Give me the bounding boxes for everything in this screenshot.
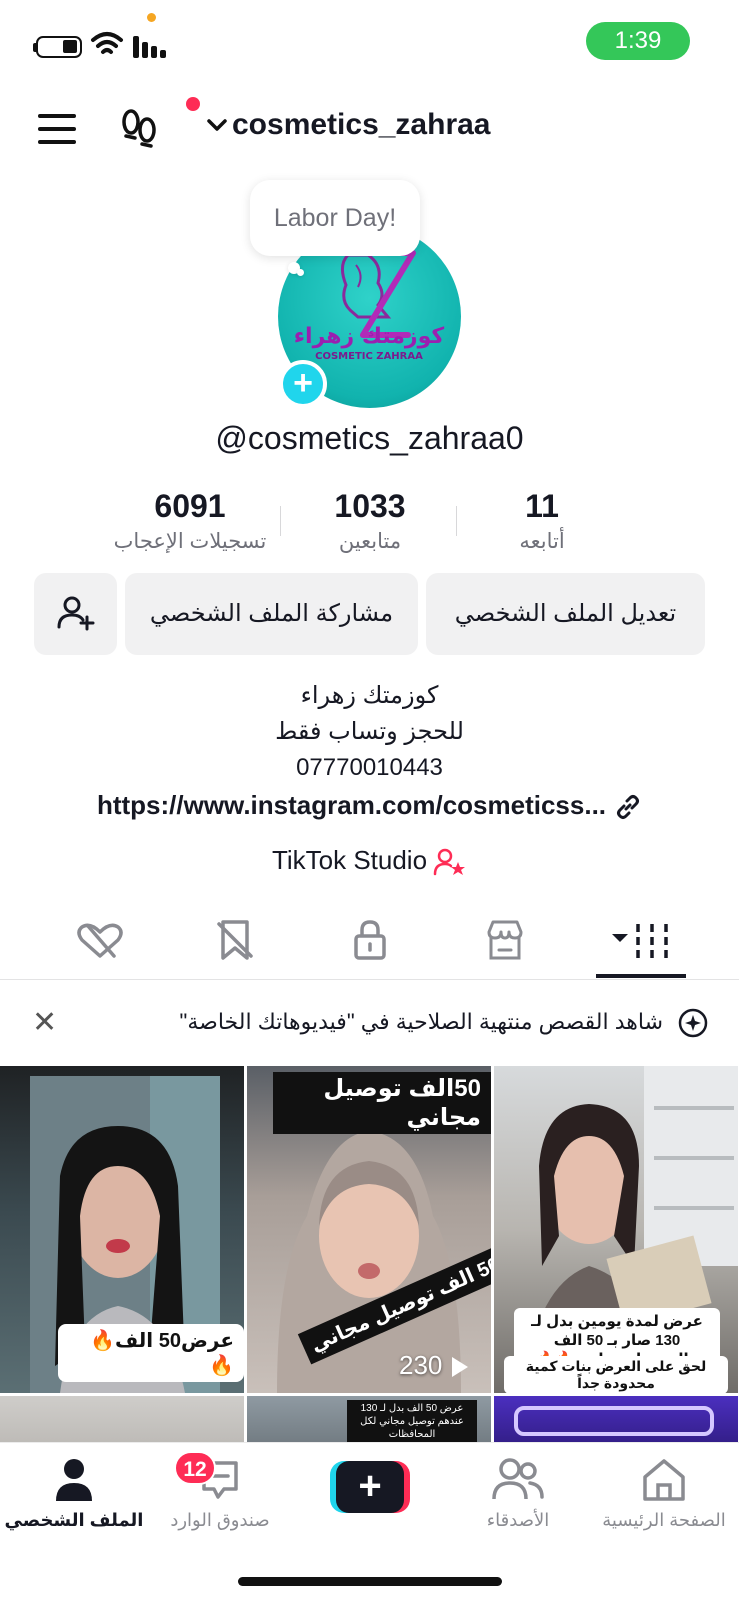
battery-icon: [36, 36, 82, 58]
chevron-down-icon: [207, 119, 227, 131]
video-thumbnail[interactable]: عرض50 الف🔥🔥: [0, 1066, 244, 1393]
profile-handle: @cosmetics_zahraa0: [215, 420, 524, 456]
video-top-caption: 50الف توصيل مجاني: [273, 1072, 491, 1134]
bio-line-2: للحجز وتساب فقط: [275, 718, 464, 745]
bottom-nav: الملف الشخصي صندوق الوارد 12 + الأصدقاء …: [0, 1442, 739, 1600]
nav-home[interactable]: الصفحة الرئيسية: [594, 1457, 734, 1531]
avatar-logo-en: COSMETIC ZAHRAA: [315, 351, 423, 362]
stat-likes-label: تسجيلات الإعجاب: [113, 530, 267, 553]
studio-icon: [433, 848, 466, 876]
stat-likes[interactable]: 6091 تسجيلات الإعجاب: [100, 488, 280, 554]
bio-link[interactable]: https://www.instagram.com/cosmeticss...: [0, 790, 739, 821]
video-thumbnail[interactable]: عرض 50 الف بدل لـ 130 عندهم توصيل مجاني …: [247, 1396, 491, 1446]
profile-tabs: [0, 900, 739, 980]
privacy-indicator-dot: [147, 13, 156, 22]
notification-dot: [186, 97, 200, 111]
status-bar: 1:39: [0, 0, 739, 90]
add-story-button[interactable]: +: [279, 360, 327, 408]
header-username: cosmetics_zahraa: [232, 108, 491, 141]
profile-icon: [56, 1459, 92, 1501]
video-thumbnail[interactable]: 50الف توصيل مجاني 50 الف توصيل مجاني 230: [247, 1066, 491, 1393]
video-thumbnail[interactable]: [494, 1396, 738, 1446]
play-icon: [452, 1357, 469, 1378]
video-grid: عرض50 الف🔥🔥 50الف توصيل مجاني 50 الف توص…: [0, 1066, 739, 1446]
videos-grid-icon[interactable]: [610, 918, 674, 962]
shop-icon[interactable]: [475, 918, 535, 962]
stat-followers-label: متابعين: [338, 530, 402, 553]
nav-inbox[interactable]: صندوق الوارد: [150, 1457, 290, 1531]
nav-friends-label: الأصدقاء: [486, 1510, 550, 1530]
edit-profile-button[interactable]: تعديل الملف الشخصي: [426, 573, 705, 655]
create-button[interactable]: +: [330, 1461, 410, 1513]
nav-profile[interactable]: الملف الشخصي: [4, 1457, 144, 1531]
share-profile-button[interactable]: مشاركة الملف الشخصي: [125, 573, 418, 655]
link-icon: [617, 795, 640, 820]
footprint-icon[interactable]: [120, 108, 158, 148]
view-count: 230: [399, 1350, 469, 1381]
bio-phone: 07770010443: [296, 754, 443, 781]
profile-stats: 6091 تسجيلات الإعجاب 1033 متابعين 11 أتا…: [100, 488, 640, 558]
sparkle-icon: [678, 1008, 708, 1038]
stat-following[interactable]: 11 أتابعه: [452, 488, 632, 554]
nav-home-label: الصفحة الرئيسية: [602, 1510, 726, 1530]
wifi-icon: [91, 32, 123, 54]
avatar-logo-ar: كوزمتك زهراء: [294, 324, 445, 349]
nav-profile-label: الملف الشخصي: [4, 1510, 144, 1530]
nav-inbox-label: صندوق الوارد: [170, 1510, 270, 1530]
menu-icon[interactable]: [38, 114, 76, 144]
account-switcher[interactable]: cosmetics_zahraa: [206, 108, 491, 142]
active-tab-indicator: [596, 974, 686, 978]
video-caption-2: لحق على العرض بنات كمية محدودة جداً: [504, 1356, 728, 1393]
expired-stories-banner[interactable]: ✕ شاهد القصص منتهية الصلاحية في "فيديوها…: [0, 985, 739, 1063]
home-icon: [643, 1459, 685, 1501]
stat-following-label: أتابعه: [519, 530, 565, 553]
tiktok-studio-link[interactable]: TikTok Studio: [0, 845, 739, 877]
status-bubble[interactable]: Labor Day!: [250, 180, 420, 256]
liked-icon[interactable]: [70, 918, 130, 962]
home-indicator: [238, 1577, 502, 1586]
video-caption: عرض 50 الف بدل لـ 130 عندهم توصيل مجاني …: [347, 1400, 477, 1443]
view-count-value: 230: [399, 1350, 443, 1380]
private-icon[interactable]: [340, 918, 400, 962]
bio-line-1: كوزمتك زهراء: [300, 682, 439, 709]
banner-text: شاهد القصص منتهية الصلاحية في "فيديوهاتك…: [179, 1009, 663, 1034]
stat-followers-value: 1033: [334, 488, 406, 524]
stat-following-value: 11: [525, 488, 559, 524]
bio: كوزمتك زهراء للحجز وتساب فقط 07770010443: [0, 678, 739, 786]
video-thumbnail[interactable]: عرض لمدة يومين بدل لـ 130 صار بـ 50 الف …: [494, 1066, 738, 1393]
friends-icon: [492, 1458, 544, 1500]
close-icon[interactable]: ✕: [32, 1005, 57, 1040]
bubble-tail-small: [297, 269, 304, 276]
stat-likes-value: 6091: [154, 488, 226, 524]
inbox-badge: 12: [174, 1451, 216, 1485]
add-friend-button[interactable]: [34, 573, 117, 655]
profile-header: cosmetics_zahraa: [0, 90, 739, 170]
signal-icon: [133, 36, 166, 58]
create-plus-icon: +: [336, 1461, 404, 1513]
stat-followers[interactable]: 1033 متابعين: [280, 488, 460, 554]
status-time: 1:39: [586, 22, 690, 60]
favorites-icon[interactable]: [205, 918, 265, 962]
video-caption: عرض50 الف🔥🔥: [58, 1324, 244, 1382]
nav-friends[interactable]: الأصدقاء: [448, 1457, 588, 1531]
video-thumbnail[interactable]: [0, 1396, 244, 1446]
add-friend-icon: [57, 596, 94, 631]
tiktok-studio-label: TikTok Studio: [271, 845, 428, 875]
bio-link-text: https://www.instagram.com/cosmeticss...: [96, 790, 607, 820]
